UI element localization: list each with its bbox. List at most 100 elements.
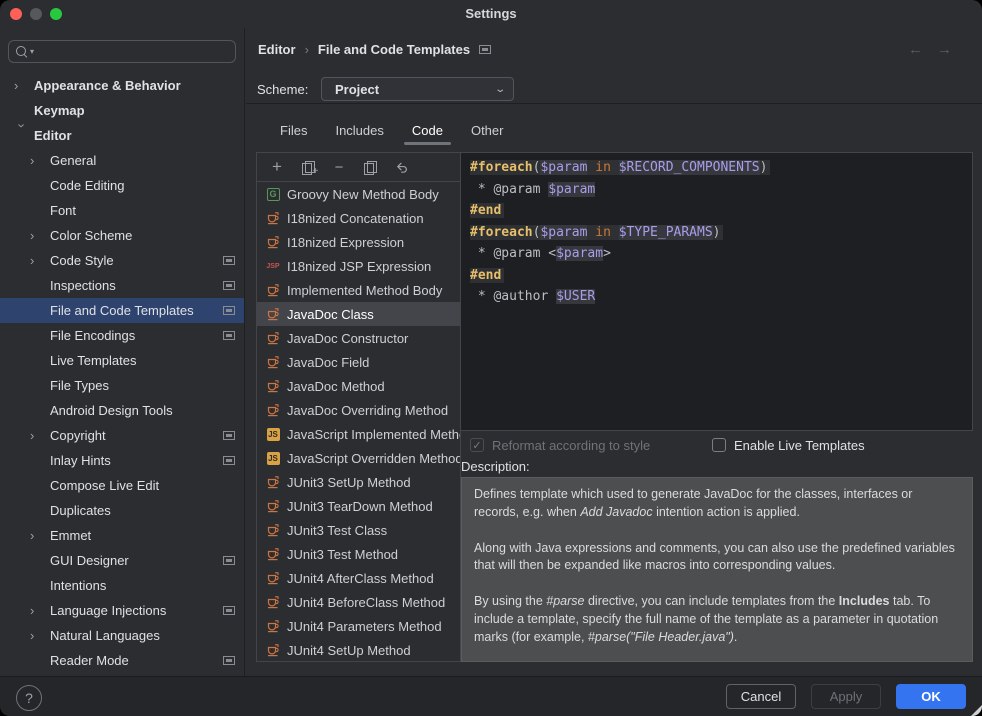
description-text-segment: #parse: [546, 594, 584, 608]
sidebar-item-live-templates[interactable]: Live Templates: [0, 348, 244, 373]
java-file-icon: [266, 379, 280, 393]
template-item-javadoc-class[interactable]: JavaDoc Class: [257, 302, 460, 326]
sidebar-item-emmet[interactable]: ›Emmet: [0, 523, 244, 548]
chevron-right-icon[interactable]: ›: [30, 603, 50, 618]
question-mark-icon: ?: [25, 690, 33, 706]
ok-button[interactable]: OK: [896, 684, 966, 709]
template-code-editor[interactable]: #foreach($param in $RECORD_COMPONENTS) *…: [460, 152, 973, 431]
template-item-label: Groovy New Method Body: [287, 187, 439, 202]
sidebar-item-general[interactable]: ›General: [0, 148, 244, 173]
template-item-label: JUnit4 SetUp Method: [287, 643, 411, 658]
template-item-junit3-setup-method[interactable]: JUnit3 SetUp Method: [257, 470, 460, 494]
sidebar-item-natural-languages[interactable]: ›Natural Languages: [0, 623, 244, 648]
enable-live-templates-checkbox[interactable]: Enable Live Templates: [712, 436, 865, 454]
template-item-javadoc-overriding-method[interactable]: JavaDoc Overriding Method: [257, 398, 460, 422]
sidebar-item-android-design-tools[interactable]: Android Design Tools: [0, 398, 244, 423]
add-icon[interactable]: +: [269, 158, 285, 174]
java-file-icon: [266, 619, 280, 633]
template-item-junit4-afterclass-method[interactable]: JUnit4 AfterClass Method: [257, 566, 460, 590]
chevron-right-icon[interactable]: ›: [30, 253, 50, 268]
duplicate-icon[interactable]: [362, 159, 378, 175]
chevron-down-icon[interactable]: ›: [15, 124, 30, 144]
template-item-junit3-teardown-method[interactable]: JUnit3 TearDown Method: [257, 494, 460, 518]
template-item-javadoc-constructor[interactable]: JavaDoc Constructor: [257, 326, 460, 350]
chevron-right-icon[interactable]: ›: [14, 78, 34, 93]
description-text[interactable]: Defines template which used to generate …: [461, 477, 973, 662]
template-item-junit4-parameters-method[interactable]: JUnit4 Parameters Method: [257, 614, 460, 638]
groovy-file-icon: G: [266, 187, 280, 201]
template-item-javadoc-method[interactable]: JavaDoc Method: [257, 374, 460, 398]
sidebar-item-language-injections[interactable]: ›Language Injections: [0, 598, 244, 623]
remove-icon[interactable]: −: [331, 159, 347, 175]
breadcrumb-editor[interactable]: Editor: [258, 42, 296, 57]
template-item-junit3-test-class[interactable]: JUnit3 Test Class: [257, 518, 460, 542]
reset-icon[interactable]: [393, 159, 409, 175]
sidebar-item-inlay-hints[interactable]: Inlay Hints: [0, 448, 244, 473]
sidebar-item-file-encodings[interactable]: File Encodings: [0, 323, 244, 348]
chevron-right-icon[interactable]: ›: [30, 428, 50, 443]
breadcrumb-file-and-code-templates[interactable]: File and Code Templates: [318, 42, 470, 57]
tab-other[interactable]: Other: [457, 117, 518, 143]
reformat-checkbox[interactable]: ✓ Reformat according to style: [470, 436, 650, 454]
sidebar-item-compose-live-edit[interactable]: Compose Live Edit: [0, 473, 244, 498]
template-item-groovy-new-method-body[interactable]: G Groovy New Method Body: [257, 182, 460, 206]
sidebar-item-gui-designer[interactable]: GUI Designer: [0, 548, 244, 573]
template-item-label: JavaDoc Constructor: [287, 331, 408, 346]
template-item-i18nized-expression[interactable]: I18nized Expression: [257, 230, 460, 254]
resize-grip[interactable]: [971, 705, 982, 716]
sidebar-item-keymap[interactable]: Keymap: [0, 98, 244, 123]
chevron-right-icon[interactable]: ›: [30, 528, 50, 543]
template-item-junit4-beforeclass-method[interactable]: JUnit4 BeforeClass Method: [257, 590, 460, 614]
tab-includes[interactable]: Includes: [321, 117, 397, 143]
chevron-right-icon[interactable]: ›: [30, 153, 50, 168]
sidebar-item-editor[interactable]: ›Editor: [0, 123, 244, 148]
template-item-javascript-implemented-method[interactable]: JSJavaScript Implemented Method: [257, 422, 460, 446]
sidebar-item-reader-mode[interactable]: Reader Mode: [0, 648, 244, 673]
header-divider: [246, 103, 982, 104]
sidebar-item-inspections[interactable]: Inspections: [0, 273, 244, 298]
java-file-icon: [266, 355, 280, 369]
sidebar-item-copyright[interactable]: ›Copyright: [0, 423, 244, 448]
template-item-javascript-overridden-method[interactable]: JSJavaScript Overridden Method: [257, 446, 460, 470]
code-token: $param: [548, 182, 595, 197]
template-item-junit4-setup-method[interactable]: JUnit4 SetUp Method: [257, 638, 460, 662]
chevron-right-icon[interactable]: ›: [30, 228, 50, 243]
copy-template-icon[interactable]: +: [300, 159, 316, 175]
description-text-segment: intention action is applied.: [653, 505, 800, 519]
sidebar-item-color-scheme[interactable]: ›Color Scheme: [0, 223, 244, 248]
template-item-i18nized-jsp-expression[interactable]: JSPI18nized JSP Expression: [257, 254, 460, 278]
search-input[interactable]: ▾: [8, 40, 236, 63]
template-item-i18nized-concatenation[interactable]: I18nized Concatenation: [257, 206, 460, 230]
java-file-icon: [266, 595, 280, 609]
java-file-icon: [266, 475, 280, 489]
template-item-junit3-test-method[interactable]: JUnit3 Test Method: [257, 542, 460, 566]
screen-icon: [223, 306, 235, 315]
tab-files[interactable]: Files: [266, 117, 321, 143]
java-file-icon: [266, 331, 280, 345]
sidebar-item-code-style[interactable]: ›Code Style: [0, 248, 244, 273]
template-item-javadoc-field[interactable]: JavaDoc Field: [257, 350, 460, 374]
sidebar-item-duplicates[interactable]: Duplicates: [0, 498, 244, 523]
tab-code[interactable]: Code: [398, 117, 457, 143]
screen-icon: [223, 556, 235, 565]
sidebar-item-appearance-behavior[interactable]: ›Appearance & Behavior: [0, 73, 244, 98]
sidebar-item-file-and-code-templates[interactable]: File and Code Templates: [0, 298, 244, 323]
scheme-select[interactable]: Project ⌄: [321, 77, 514, 101]
sidebar-item-font[interactable]: Font: [0, 198, 244, 223]
template-item-implemented-method-body[interactable]: Implemented Method Body: [257, 278, 460, 302]
back-arrow-icon[interactable]: ←: [908, 41, 923, 58]
template-item-label: I18nized JSP Expression: [287, 259, 431, 274]
sidebar-item-code-editing[interactable]: Code Editing: [0, 173, 244, 198]
forward-arrow-icon[interactable]: →: [937, 41, 952, 58]
sidebar-item-label: Android Design Tools: [50, 403, 173, 418]
help-button[interactable]: ?: [16, 685, 42, 711]
sidebar-nav: ›Appearance & BehaviorKeymap›Editor›Gene…: [0, 73, 244, 673]
sidebar-item-intentions[interactable]: Intentions: [0, 573, 244, 598]
chevron-right-icon[interactable]: ›: [30, 628, 50, 643]
checkbox-unchecked-icon: [712, 438, 726, 452]
sidebar-item-label: Reader Mode: [50, 653, 129, 668]
cancel-button[interactable]: Cancel: [726, 684, 796, 709]
java-file-icon: [266, 235, 280, 249]
sidebar-item-file-types[interactable]: File Types: [0, 373, 244, 398]
search-history-chevron-icon[interactable]: ▾: [30, 48, 34, 56]
